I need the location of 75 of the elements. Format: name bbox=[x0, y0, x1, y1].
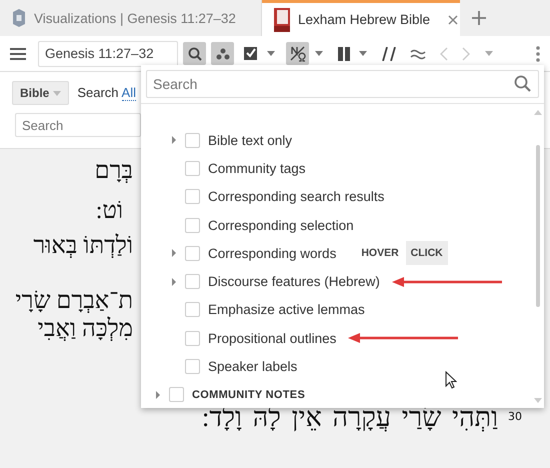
search-icon bbox=[514, 75, 531, 92]
option-row[interactable]: Speaker labels bbox=[141, 352, 532, 381]
search-button[interactable] bbox=[183, 42, 206, 65]
option-label: Corresponding search results bbox=[208, 189, 384, 204]
reference-field[interactable]: Genesis 11:27–32 bbox=[38, 40, 178, 66]
cursor-icon bbox=[445, 371, 457, 389]
option-row[interactable]: Corresponding selection bbox=[141, 210, 532, 240]
section-title: COMMUNITY NOTES bbox=[192, 388, 306, 401]
visual-filters-button[interactable] bbox=[211, 42, 234, 65]
option-row[interactable]: Community tags bbox=[141, 154, 532, 183]
checkbox[interactable] bbox=[185, 189, 200, 204]
checkbox[interactable] bbox=[185, 302, 200, 318]
option-label: Community tags bbox=[208, 160, 306, 176]
caret-icon[interactable] bbox=[314, 50, 324, 57]
search-label: Search bbox=[77, 85, 119, 101]
expand-icon[interactable] bbox=[171, 249, 177, 258]
checkbox-icon[interactable] bbox=[244, 46, 258, 61]
checkbox[interactable] bbox=[185, 132, 200, 148]
checkbox[interactable] bbox=[185, 359, 200, 374]
option-row[interactable]: Propositional outlines bbox=[141, 324, 532, 352]
hebrew-text: וֹלַדְתּוֹ בְּאוּר bbox=[33, 232, 133, 260]
option-label: Propositional outlines bbox=[208, 330, 336, 346]
search-icon bbox=[188, 46, 202, 60]
scrollbar-thumb[interactable] bbox=[536, 145, 540, 307]
option-label: Corresponding words bbox=[208, 246, 336, 261]
option-label: Bible text only bbox=[208, 132, 292, 148]
more-icon[interactable] bbox=[536, 46, 540, 62]
mode-toggle[interactable]: HOVER bbox=[356, 241, 404, 266]
option-row[interactable]: Corresponding words HOVER CLICK bbox=[141, 239, 532, 268]
close-icon[interactable] bbox=[448, 14, 458, 24]
checkbox[interactable] bbox=[185, 330, 200, 346]
option-label: Discourse features (Hebrew) bbox=[208, 274, 380, 290]
caret-icon bbox=[53, 90, 62, 96]
menu-icon[interactable] bbox=[10, 46, 26, 60]
checkbox[interactable] bbox=[185, 160, 200, 176]
checkbox[interactable] bbox=[185, 274, 200, 290]
option-label: Corresponding selection bbox=[208, 218, 354, 233]
interlinear-button[interactable] bbox=[286, 42, 309, 65]
section-header[interactable]: COMMUNITY NOTES bbox=[141, 380, 532, 409]
option-label: Emphasize active lemmas bbox=[208, 302, 365, 318]
search-field[interactable]: Search bbox=[15, 113, 141, 137]
caret-icon[interactable] bbox=[484, 50, 494, 57]
option-row[interactable]: Emphasize active lemmas bbox=[141, 296, 532, 324]
search-field[interactable]: Search bbox=[146, 70, 539, 98]
caret-icon[interactable] bbox=[358, 50, 368, 57]
interlinear-icon bbox=[290, 46, 306, 62]
option-label: Speaker labels bbox=[208, 359, 298, 374]
book-icon bbox=[274, 8, 290, 32]
verse-number: 30 bbox=[508, 409, 522, 425]
document-icon bbox=[12, 9, 26, 27]
expand-icon[interactable] bbox=[155, 390, 161, 399]
hebrew-text: בְּרָם bbox=[94, 157, 133, 185]
caret-icon[interactable] bbox=[266, 50, 276, 57]
expand-icon[interactable] bbox=[171, 136, 177, 144]
tab[interactable]: Lexham Hebrew Bible bbox=[262, 0, 460, 36]
expand-icon[interactable] bbox=[171, 278, 177, 286]
tab-title: Visualizations | Genesis 11:27–32 bbox=[34, 10, 236, 26]
checkbox[interactable] bbox=[185, 218, 200, 233]
hebrew-text: ת־אַבְרָם שָׂרָי bbox=[15, 287, 133, 315]
tab-title: Lexham Hebrew Bible bbox=[298, 12, 430, 27]
hebrew-text: מִלְכָּה וַאֲבִי bbox=[38, 315, 133, 343]
mode-toggle[interactable]: CLICK bbox=[406, 241, 448, 266]
dots-icon bbox=[216, 48, 230, 60]
checkbox[interactable] bbox=[169, 387, 184, 402]
checkbox[interactable] bbox=[185, 246, 200, 261]
resource-dropdown[interactable]: Bible bbox=[12, 81, 70, 105]
hebrew-text: וֹט: bbox=[96, 197, 123, 225]
option-row[interactable]: Bible text only bbox=[141, 126, 532, 154]
plus-icon[interactable] bbox=[472, 11, 486, 25]
scope-link[interactable]: All bbox=[122, 85, 136, 101]
pause-icon[interactable] bbox=[338, 46, 350, 60]
approx-icon[interactable] bbox=[410, 48, 426, 60]
parallel-icon[interactable] bbox=[382, 46, 396, 60]
option-row[interactable]: Discourse features (Hebrew) bbox=[141, 267, 532, 296]
option-row[interactable]: Corresponding search results bbox=[141, 182, 532, 211]
